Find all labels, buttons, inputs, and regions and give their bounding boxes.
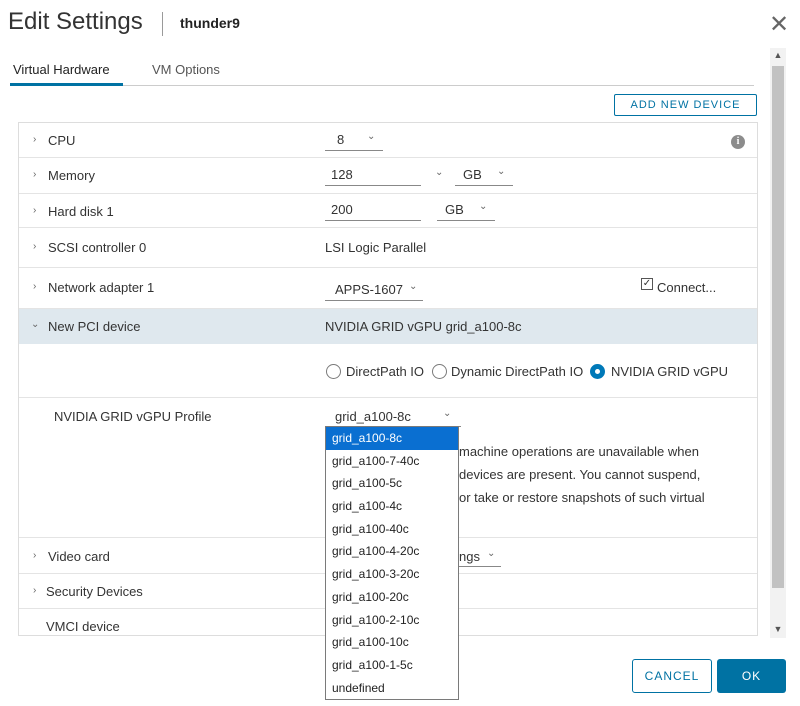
vgpu-profile-option[interactable]: grid_a100-10c (326, 631, 458, 654)
radio-nvidia-grid-vgpu-label[interactable]: NVIDIA GRID vGPU (611, 364, 728, 379)
vgpu-profile-option[interactable]: grid_a100-40c (326, 518, 458, 541)
vm-name: thunder9 (180, 15, 240, 31)
connect-checkbox[interactable]: ✓ (641, 278, 653, 290)
hard-disk-unit: GB (445, 202, 464, 217)
vgpu-profile-select[interactable]: grid_a100-8c ⌄ (325, 407, 461, 427)
ok-button[interactable]: OK (717, 659, 786, 693)
vertical-scrollbar[interactable]: ▲ ▼ (770, 48, 786, 638)
vgpu-profile-option[interactable]: grid_a100-2-10c (326, 609, 458, 632)
title-divider (162, 12, 163, 36)
vgpu-profile-option[interactable]: grid_a100-8c (326, 427, 458, 450)
close-icon[interactable]: ✕ (764, 10, 794, 40)
active-tab-indicator (10, 83, 123, 86)
chevron-down-icon: ⌄ (409, 281, 418, 292)
network-select[interactable]: APPS-1607 ⌄ (325, 280, 423, 301)
chevron-down-icon: ⌄ (443, 408, 452, 419)
chevron-down-icon: ⌄ (487, 548, 496, 559)
caret-right-icon[interactable]: › (33, 134, 36, 145)
video-card-value: ngs (459, 549, 480, 564)
scrollbar-thumb[interactable] (772, 66, 784, 588)
connect-label: Connect... (657, 280, 717, 295)
hard-disk-value: 200 (331, 202, 353, 217)
memory-label: Memory (48, 168, 95, 183)
memory-input[interactable]: 128 (325, 166, 421, 186)
vgpu-note-line-2: devices are present. You cannot suspend, (459, 467, 701, 482)
radio-directpath-io-label[interactable]: DirectPath IO (346, 364, 424, 379)
dialog-title: Edit Settings (8, 8, 143, 35)
tab-virtual-hardware[interactable]: Virtual Hardware (13, 62, 110, 77)
cancel-button[interactable]: CANCEL (632, 659, 712, 693)
caret-right-icon[interactable]: › (33, 585, 36, 596)
chevron-down-icon: ⌄ (479, 201, 488, 212)
vgpu-profile-option[interactable]: grid_a100-4-20c (326, 540, 458, 563)
network-label: Network adapter 1 (48, 280, 155, 295)
tab-bar: Virtual Hardware VM Options (10, 52, 754, 86)
pci-summary: NVIDIA GRID vGPU grid_a100-8c (325, 319, 522, 334)
memory-unit-select[interactable]: GB ⌄ (455, 166, 513, 186)
caret-down-icon[interactable]: ⌄ (31, 319, 39, 330)
tab-vm-options[interactable]: VM Options (152, 62, 220, 77)
chevron-down-icon: ⌄ (367, 131, 376, 142)
vgpu-profile-option[interactable]: grid_a100-1-5c (326, 654, 458, 677)
vgpu-profile-option[interactable]: undefined (326, 677, 458, 700)
hardware-row-memory[interactable]: › Memory 128 ⌄ GB ⌄ (19, 158, 757, 194)
caret-right-icon[interactable]: › (33, 169, 36, 180)
vmci-label: VMCI device (46, 619, 120, 634)
hard-disk-label: Hard disk 1 (48, 204, 114, 219)
vgpu-profile-option[interactable]: grid_a100-20c (326, 586, 458, 609)
hard-disk-unit-select[interactable]: GB ⌄ (437, 201, 495, 221)
cpu-label: CPU (48, 133, 76, 148)
caret-right-icon[interactable]: › (33, 241, 36, 252)
pci-label: New PCI device (48, 319, 141, 334)
vgpu-profile-value: grid_a100-8c (335, 409, 411, 424)
chevron-down-icon: ⌄ (497, 166, 506, 177)
cpu-value: 8 (337, 132, 345, 147)
vgpu-profile-option[interactable]: grid_a100-5c (326, 472, 458, 495)
video-card-label: Video card (48, 549, 110, 564)
vgpu-profile-option[interactable]: grid_a100-4c (326, 495, 458, 518)
memory-value: 128 (331, 167, 353, 182)
vgpu-profile-option[interactable]: grid_a100-3-20c (326, 563, 458, 586)
scsi-value: LSI Logic Parallel (325, 240, 427, 255)
security-devices-label: Security Devices (46, 584, 143, 599)
hardware-row-scsi[interactable]: › SCSI controller 0 LSI Logic Parallel (19, 228, 757, 268)
radio-directpath-io[interactable] (326, 364, 341, 379)
scsi-label: SCSI controller 0 (48, 240, 147, 255)
hardware-row-hard-disk[interactable]: › Hard disk 1 200 GB ⌄ (19, 194, 757, 228)
radio-dynamic-directpath-io-label[interactable]: Dynamic DirectPath IO (451, 364, 583, 379)
info-icon[interactable]: i (731, 135, 745, 149)
hardware-row-cpu[interactable]: › CPU 8 ⌄ i (19, 123, 757, 158)
pci-type-row: DirectPath IO Dynamic DirectPath IO NVID… (19, 344, 757, 398)
vgpu-profile-dropdown-list[interactable]: grid_a100-8c grid_a100-7-40c grid_a100-5c g… (325, 426, 459, 700)
vgpu-note-line-1: machine operations are unavailable when (459, 444, 699, 459)
scroll-up-icon[interactable]: ▲ (770, 48, 786, 62)
hard-disk-input[interactable]: 200 (325, 201, 421, 221)
caret-right-icon[interactable]: › (33, 281, 36, 292)
hardware-row-network[interactable]: › Network adapter 1 APPS-1607 ⌄ ✓ Connec… (19, 268, 757, 309)
radio-nvidia-grid-vgpu[interactable] (590, 364, 605, 379)
network-value: APPS-1607 (335, 282, 403, 297)
memory-unit: GB (463, 167, 482, 182)
hardware-row-pci[interactable]: ⌄ New PCI device NVIDIA GRID vGPU grid_a… (19, 309, 757, 344)
scroll-down-icon[interactable]: ▼ (770, 622, 786, 636)
caret-right-icon[interactable]: › (33, 205, 36, 216)
add-new-device-button[interactable]: ADD NEW DEVICE (614, 94, 757, 116)
chevron-down-icon[interactable]: ⌄ (435, 167, 443, 178)
cpu-select[interactable]: 8 ⌄ (325, 131, 383, 151)
radio-dynamic-directpath-io[interactable] (432, 364, 447, 379)
vgpu-profile-label: NVIDIA GRID vGPU Profile (54, 409, 212, 424)
vgpu-profile-option[interactable]: grid_a100-7-40c (326, 450, 458, 473)
caret-right-icon[interactable]: › (33, 550, 36, 561)
vgpu-note-line-3: or take or restore snapshots of such vir… (459, 490, 705, 505)
